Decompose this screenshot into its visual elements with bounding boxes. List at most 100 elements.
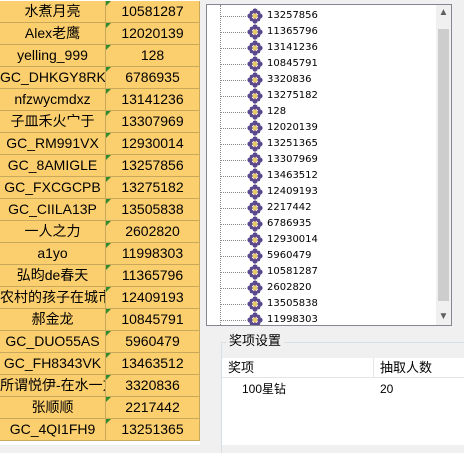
flower-icon	[247, 104, 263, 120]
nickname-cell[interactable]: GC_8AMIGLE	[0, 155, 106, 177]
user-id-cell[interactable]: 2217442	[106, 397, 200, 419]
number-as-text-indicator-icon	[106, 353, 111, 358]
user-id-cell[interactable]: 13307969	[106, 111, 200, 133]
tree-list-item[interactable]: 3320836	[207, 72, 435, 88]
nickname-cell[interactable]: 一人之力	[0, 221, 106, 243]
tree-list-item[interactable]: 12409193	[207, 184, 435, 200]
user-id-cell[interactable]: 13505838	[106, 199, 200, 221]
user-id-cell[interactable]: 13463512	[106, 353, 200, 375]
sheet-row: 子皿禾火宀于 13307969	[0, 111, 200, 133]
user-id-cell[interactable]: 12930014	[106, 133, 200, 155]
nickname-cell[interactable]: GC_DUO55AS	[0, 331, 106, 353]
nickname-cell[interactable]: 农村的孩子在城市	[0, 287, 106, 309]
user-id-cell[interactable]: 10581287	[106, 1, 200, 23]
nickname-cell[interactable]: 水煮月亮	[0, 1, 106, 23]
tree-branch-line	[220, 32, 246, 33]
nickname-cell[interactable]: 子皿禾火宀于	[0, 111, 106, 133]
count-cell[interactable]: 20	[380, 380, 393, 398]
scroll-down-arrow-icon[interactable]: ▼	[436, 309, 451, 325]
sheet-row: GC_FH8343VK 13463512	[0, 353, 200, 375]
nickname-cell[interactable]: GC_CIILA13P	[0, 199, 106, 221]
tree-list-item[interactable]: 13257856	[207, 8, 435, 24]
tree-list-item[interactable]: 5960479	[207, 248, 435, 264]
sheet-row: 张顺顺 2217442	[0, 397, 200, 419]
tree-list-item[interactable]: 13307969	[207, 152, 435, 168]
tree-item-label: 10581287	[267, 266, 318, 277]
flower-icon	[247, 56, 263, 72]
number-as-text-indicator-icon	[106, 1, 111, 6]
tree-branch-line	[220, 240, 246, 241]
sheet-row: 水煮月亮 10581287	[0, 1, 200, 23]
sheet-row: 所谓悦伊-在水一方 3320836	[0, 375, 200, 397]
tree-list-item[interactable]: 13275182	[207, 88, 435, 104]
nickname-cell[interactable]: 郝金龙	[0, 309, 106, 331]
column-header-count[interactable]: 抽取人数	[374, 358, 464, 378]
sheet-row: 农村的孩子在城市 12409193	[0, 287, 200, 309]
flower-icon	[247, 216, 263, 232]
tree-list-item[interactable]: 12930014	[207, 232, 435, 248]
tree-branch-line	[220, 144, 246, 145]
tree-item-label: 6786935	[267, 218, 312, 229]
nickname-cell[interactable]: GC_FH8343VK	[0, 353, 106, 375]
tree-list-item[interactable]: 13251365	[207, 136, 435, 152]
user-id-cell[interactable]: 6786935	[106, 67, 200, 89]
nickname-cell[interactable]: a1yo	[0, 243, 106, 265]
nickname-cell[interactable]: 弘昀de春天	[0, 265, 106, 287]
user-id-cell[interactable]: 13251365	[106, 419, 200, 441]
scrollbar-thumb[interactable]	[438, 29, 449, 301]
tree-list-item[interactable]: 10581287	[207, 264, 435, 280]
vertical-scrollbar[interactable]: ▲ ▼	[436, 5, 451, 325]
nickname-cell[interactable]: yelling_999	[0, 45, 106, 67]
tree-list-item[interactable]: 12020139	[207, 120, 435, 136]
user-id-cell[interactable]: 13275182	[106, 177, 200, 199]
scroll-up-arrow-icon[interactable]: ▲	[436, 5, 451, 21]
nickname-cell[interactable]: GC_FXCGCPB	[0, 177, 106, 199]
user-id-cell[interactable]: 11365796	[106, 265, 200, 287]
flower-icon	[247, 280, 263, 296]
sheet-row: GC_8AMIGLE 13257856	[0, 155, 200, 177]
user-id-cell[interactable]: 2602820	[106, 221, 200, 243]
column-header-prize[interactable]: 奖项	[222, 358, 374, 378]
user-id-cell[interactable]: 12409193	[106, 287, 200, 309]
tree-branch-line	[220, 288, 246, 289]
tree-list-item[interactable]: 11998303	[207, 312, 435, 325]
user-id-cell[interactable]: 13257856	[106, 155, 200, 177]
nickname-cell[interactable]: GC_DHKGY8RK	[0, 67, 106, 89]
nickname-cell[interactable]: 所谓悦伊-在水一方	[0, 375, 106, 397]
tree-item-label: 5960479	[267, 250, 312, 261]
user-id-cell[interactable]: 13141236	[106, 89, 200, 111]
flower-icon	[247, 8, 263, 24]
tree-list-item[interactable]: 6786935	[207, 216, 435, 232]
number-as-text-indicator-icon	[106, 155, 111, 160]
nickname-cell[interactable]: Alex老鹰	[0, 23, 106, 45]
tree-branch-line	[220, 128, 246, 129]
tree-item-label: 128	[267, 106, 287, 117]
number-as-text-indicator-icon	[106, 287, 111, 292]
participant-tree-list[interactable]: 13257856 11365796 13141236 10845791 3320836 1…	[206, 4, 452, 326]
nickname-cell[interactable]: GC_4QI1FH9	[0, 419, 106, 441]
tree-branch-line	[220, 304, 246, 305]
number-as-text-indicator-icon	[106, 177, 111, 182]
tree-list-item[interactable]: 10845791	[207, 56, 435, 72]
tree-list-item[interactable]: 11365796	[207, 24, 435, 40]
tree-list-item[interactable]: 13141236	[207, 40, 435, 56]
tree-list-item[interactable]: 128	[207, 104, 435, 120]
tree-list-item[interactable]: 13463512	[207, 168, 435, 184]
nickname-cell[interactable]: 张顺顺	[0, 397, 106, 419]
user-id-cell[interactable]: 10845791	[106, 309, 200, 331]
user-id-cell[interactable]: 11998303	[106, 243, 200, 265]
user-id-cell[interactable]: 3320836	[106, 375, 200, 397]
tree-list-item[interactable]: 2602820	[207, 280, 435, 296]
nickname-cell[interactable]: GC_RM991VX	[0, 133, 106, 155]
user-id-cell[interactable]: 5960479	[106, 331, 200, 353]
number-as-text-indicator-icon	[106, 397, 111, 402]
sheet-row: yelling_999 128	[0, 45, 200, 67]
tree-list-item[interactable]: 2217442	[207, 200, 435, 216]
user-id-cell[interactable]: 128	[106, 45, 200, 67]
sheet-row: a1yo 11998303	[0, 243, 200, 265]
user-id-cell[interactable]: 12020139	[106, 23, 200, 45]
prize-cell[interactable]: 100星钻	[242, 380, 286, 398]
flower-icon	[247, 40, 263, 56]
tree-list-item[interactable]: 13505838	[207, 296, 435, 312]
nickname-cell[interactable]: nfzwycmdxz	[0, 89, 106, 111]
